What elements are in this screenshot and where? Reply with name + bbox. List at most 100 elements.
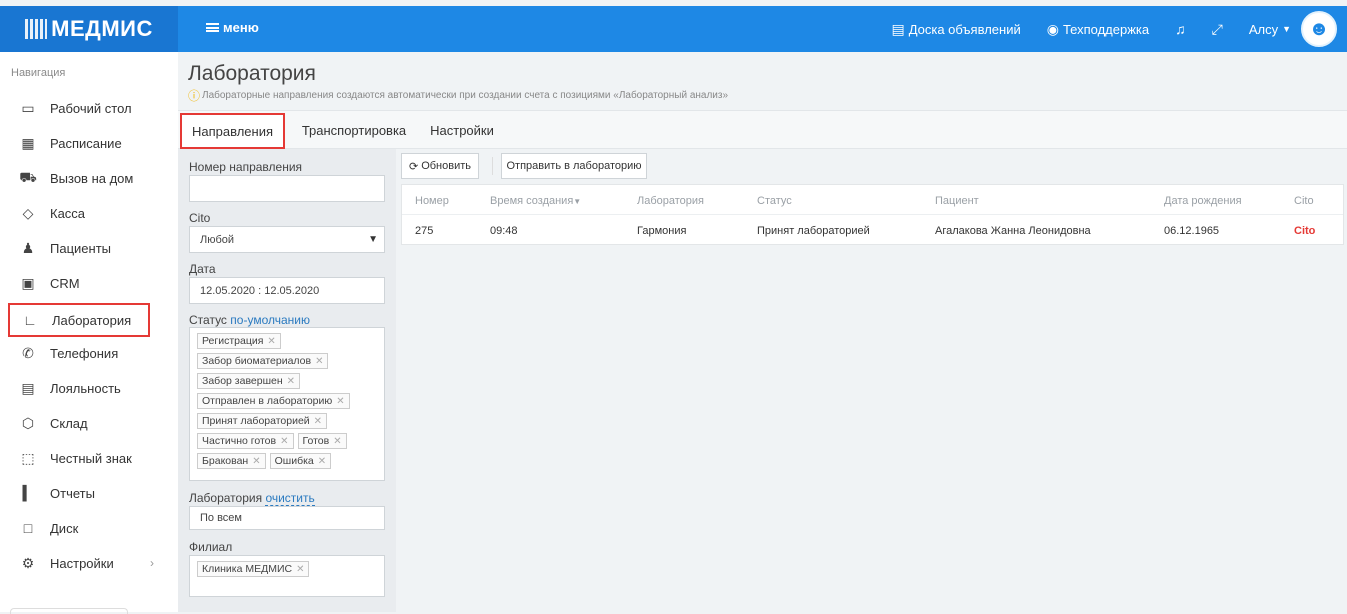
sidebar-item-laboratory[interactable]: ∟ Лаборатория: [8, 303, 150, 337]
number-input[interactable]: [189, 175, 385, 202]
cell-patient[interactable]: Агалакова Жанна Леонидовна: [935, 225, 1091, 237]
column-header[interactable]: Дата рождения: [1164, 195, 1242, 207]
status-tag-label: Бракован: [202, 455, 249, 467]
cell-time[interactable]: 09:48: [490, 225, 518, 237]
remove-tag-icon[interactable]: ✕: [296, 564, 304, 575]
remove-tag-icon[interactable]: ✕: [315, 356, 323, 367]
sidebar-item-reports[interactable]: ▍ Отчеты: [8, 478, 150, 508]
cash-icon: ◇: [22, 204, 34, 221]
column-header-sortable[interactable]: Время создания▼: [490, 195, 581, 207]
sidebar-item-telephony[interactable]: ✆ Телефония: [8, 338, 150, 368]
branch-tag: Клиника МЕДМИС ✕: [197, 561, 310, 577]
status-tag-label: Частично готов: [202, 435, 277, 447]
remove-tag-icon[interactable]: ✕: [336, 396, 344, 407]
cell-number[interactable]: 275: [415, 225, 433, 237]
expand-icon: ⤢: [1211, 20, 1223, 37]
sidebar-item-honest-sign[interactable]: ⬚ Честный знак: [8, 443, 150, 473]
status-tag-label: Ошибка: [274, 455, 314, 467]
cell-laboratory[interactable]: Гармония: [637, 225, 686, 237]
remove-tag-icon[interactable]: ✕: [267, 336, 275, 347]
tab-directions[interactable]: Направления: [180, 113, 285, 149]
column-header[interactable]: Cito: [1294, 195, 1314, 207]
patients-icon: ♟: [21, 239, 35, 256]
gear-icon: ⚙: [21, 554, 35, 571]
status-tag-label: Забор биоматериалов: [202, 355, 312, 367]
crm-icon: ▣: [21, 274, 35, 291]
sidebar-item-desktop[interactable]: ▭ Рабочий стол: [8, 93, 150, 123]
brand-logo[interactable]: МЕДМИС: [0, 6, 178, 52]
lab-clear-link[interactable]: очистить: [265, 491, 315, 506]
remove-tag-icon[interactable]: ✕: [318, 456, 326, 467]
sidebar-item-label: CRM: [50, 275, 80, 291]
status-tag: Частично готов ✕: [197, 433, 294, 449]
sidebar-bottom-widget: [10, 608, 128, 614]
notifications-button[interactable]: ♫: [1175, 21, 1186, 37]
sidebar-item-label: Честный знак: [50, 450, 132, 466]
column-header[interactable]: Лаборатория: [637, 195, 704, 207]
cito-select[interactable]: Любой ▼: [189, 226, 385, 253]
dropdown-arrow-icon: ▼: [368, 234, 378, 245]
sidebar-item-label: Вызов на дом: [50, 170, 134, 186]
remove-tag-icon[interactable]: ✕: [333, 436, 341, 447]
sidebar-item-home-call[interactable]: ⛟ Вызов на дом: [8, 163, 150, 193]
fullscreen-button[interactable]: ⤢: [1212, 21, 1223, 38]
status-default-link[interactable]: по-умолчанию: [230, 313, 310, 328]
sidebar-item-patients[interactable]: ♟ Пациенты: [8, 233, 150, 263]
status-tag-label: Забор завершен: [202, 375, 283, 387]
status-label-text: Статус: [189, 313, 227, 327]
tab-settings[interactable]: Настройки: [422, 111, 502, 149]
remove-tag-icon[interactable]: ✕: [280, 436, 288, 447]
sidebar-item-warehouse[interactable]: ⬡ Склад: [8, 408, 150, 438]
menu-button[interactable]: меню: [206, 20, 259, 35]
remove-tag-icon[interactable]: ✕: [287, 376, 295, 387]
column-header[interactable]: Номер: [415, 195, 449, 207]
sidebar-item-label: Касса: [50, 205, 86, 221]
cito-label: Cito: [189, 211, 211, 225]
sidebar-item-disk[interactable]: □ Диск: [8, 513, 150, 543]
branch-tags-input[interactable]: Клиника МЕДМИС ✕: [189, 555, 385, 597]
info-note: ⓘ Лабораторные направления создаются авто…: [188, 87, 728, 104]
date-label: Дата: [189, 262, 216, 276]
chevron-right-icon: ›: [150, 556, 154, 570]
tab-bar: Направления Транспортировка Настройки: [178, 110, 1347, 149]
date-range-input[interactable]: 12.05.2020 : 12.05.2020: [189, 277, 385, 304]
gift-icon: ▤: [21, 379, 35, 396]
cito-value: Любой: [200, 233, 235, 246]
cell-birthdate[interactable]: 06.12.1965: [1164, 225, 1219, 237]
sort-down-icon: ▼: [573, 197, 582, 206]
send-to-lab-button[interactable]: Отправить в лабораторию: [501, 153, 647, 179]
column-header[interactable]: Статус: [757, 195, 792, 207]
sidebar-item-schedule[interactable]: ▦ Расписание: [8, 128, 150, 158]
column-header[interactable]: Пациент: [935, 195, 979, 207]
status-tag: Забор завершен ✕: [197, 373, 301, 389]
menu-label: меню: [223, 20, 259, 35]
status-tag: Забор биоматериалов ✕: [197, 353, 329, 369]
phone-icon: ✆: [22, 344, 34, 361]
tab-transport[interactable]: Транспортировка: [298, 111, 410, 149]
board-button[interactable]: ▤ Доска объявлений: [891, 21, 1020, 38]
status-tags-input[interactable]: Регистрация ✕ Забор биоматериалов ✕ Забор …: [189, 327, 385, 481]
cell-status[interactable]: Принят лабораторией: [757, 225, 870, 237]
status-tag: Бракован ✕: [197, 453, 266, 469]
refresh-button[interactable]: ⟳ Обновить: [401, 153, 479, 179]
sidebar-item-loyalty[interactable]: ▤ Лояльность: [8, 373, 150, 403]
brand-name: МЕДМИС: [51, 16, 153, 41]
box-icon: ⬡: [21, 414, 35, 431]
support-button[interactable]: ◉ Техподдержка: [1047, 21, 1149, 38]
cell-cito[interactable]: Cito: [1294, 225, 1315, 237]
user-menu[interactable]: Алсу ▼ ☻: [1249, 11, 1337, 47]
clipboard-icon: ▤: [891, 20, 905, 37]
remove-tag-icon[interactable]: ✕: [314, 416, 322, 427]
remove-tag-icon[interactable]: ✕: [252, 456, 260, 467]
status-tag: Регистрация ✕: [197, 333, 281, 349]
toolbar-divider: [492, 157, 493, 175]
top-bar: МЕДМИС меню ▤ Доска объявлений ◉ Техподдер…: [0, 6, 1347, 52]
sidebar-item-cashbox[interactable]: ◇ Касса: [8, 198, 150, 228]
lab-select[interactable]: По всем: [189, 506, 385, 530]
sidebar-item-settings[interactable]: ⚙ Настройки ›: [8, 548, 154, 578]
info-icon: ⓘ: [188, 89, 201, 103]
status-label: Статус по-умолчанию: [189, 313, 310, 328]
avatar: ☻: [1301, 11, 1337, 47]
sidebar-item-crm[interactable]: ▣ CRM: [8, 268, 150, 298]
column-header-label: Время создания: [490, 195, 574, 207]
